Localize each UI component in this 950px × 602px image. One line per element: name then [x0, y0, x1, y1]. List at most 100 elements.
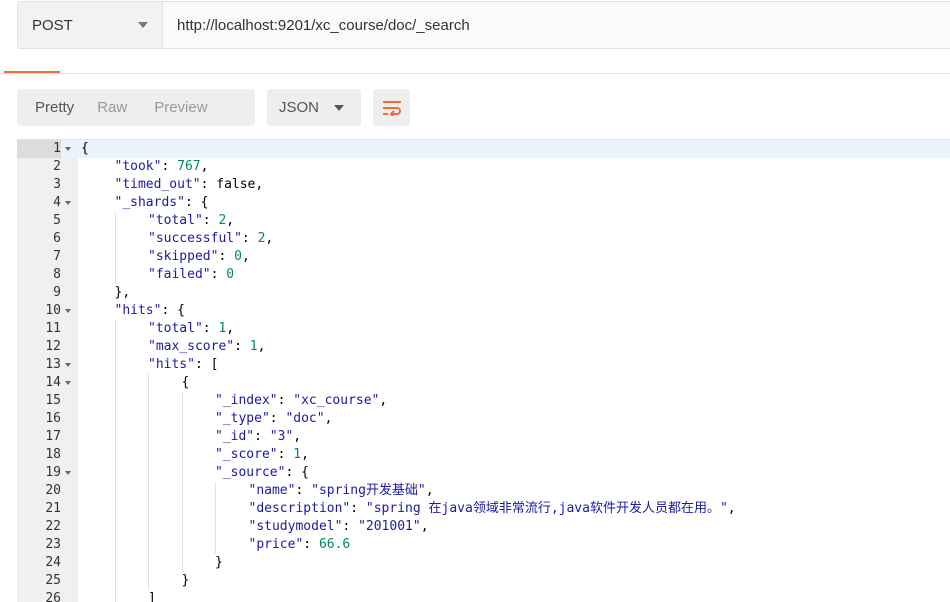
- code-line: 22 "studymodel": "201001",: [17, 518, 950, 536]
- code-token: 0: [234, 249, 242, 264]
- code-token: }: [215, 555, 223, 570]
- indent-guide: [148, 446, 149, 464]
- url-input[interactable]: [164, 2, 950, 48]
- code-line: 3 "timed_out": false,: [17, 176, 950, 194]
- code-token: "xc_course": [293, 393, 380, 408]
- code-token: "_shards": [114, 195, 185, 210]
- code-token: :: [241, 231, 258, 246]
- line-number: 7: [53, 249, 61, 264]
- indent-guide: [114, 410, 116, 428]
- code-line: 8 "failed": 0: [17, 266, 950, 284]
- fold-toggle-icon[interactable]: [65, 147, 71, 151]
- code-text: {: [81, 140, 89, 158]
- code-token: "total": [148, 213, 203, 228]
- code-text: "took": 767,: [115, 158, 209, 176]
- code-line: 5 "total": 2,: [17, 212, 950, 230]
- code-token: false: [216, 177, 256, 192]
- indent-guide: [181, 410, 183, 428]
- code-line: 12 "max_score": 1,: [17, 338, 950, 356]
- format-select[interactable]: JSON: [267, 89, 361, 126]
- code-line: 10 "hits": {: [17, 302, 950, 320]
- code-token: :: [254, 429, 270, 444]
- code-line: 11 "total": 1,: [17, 320, 950, 338]
- code-text: "_source": {: [215, 464, 309, 482]
- code-text: "price": 66.6: [249, 536, 351, 554]
- response-body-editor[interactable]: 1{2 "took": 767, 3 "timed_out": false, 4 "_sh…: [17, 139, 950, 602]
- code-line: 9},: [17, 284, 950, 302]
- fold-toggle-icon[interactable]: [65, 363, 71, 367]
- code-token: 767: [177, 159, 201, 174]
- code-token: "201001": [358, 519, 421, 534]
- code-token: :: [277, 393, 294, 408]
- code-token: ]: [148, 591, 156, 602]
- code-token: 66.6: [318, 537, 351, 552]
- code-token: "doc": [285, 411, 325, 426]
- code-token: : [: [194, 357, 219, 372]
- tab-preview[interactable]: Preview: [136, 99, 216, 116]
- code-text: "_score": 1,: [215, 446, 309, 464]
- indent-guide: [114, 212, 116, 230]
- code-token: :: [277, 447, 294, 462]
- code-line: 23 "price": 66.6: [17, 536, 950, 554]
- indent-guide: [181, 392, 183, 410]
- code-line: 14 {: [17, 374, 950, 392]
- tab-pretty[interactable]: Pretty: [17, 99, 83, 116]
- fold-toggle-icon[interactable]: [65, 471, 71, 475]
- fold-toggle-icon[interactable]: [65, 309, 71, 313]
- code-token: "price": [248, 537, 304, 552]
- code-token: "skipped": [148, 249, 219, 264]
- line-number: 22: [45, 519, 61, 534]
- code-line: 2 "took": 767,: [17, 158, 950, 176]
- fold-toggle-icon[interactable]: [65, 381, 71, 385]
- code-token: "successful": [148, 231, 242, 246]
- divider: [0, 73, 950, 74]
- code-line: 1{: [17, 140, 950, 158]
- code-line: 13 "hits": [: [17, 356, 950, 374]
- code-token: "max_score": [148, 339, 235, 354]
- indent-guide: [148, 554, 149, 572]
- code-token: : {: [285, 465, 309, 480]
- line-number: 5: [53, 213, 61, 228]
- code-token: ,: [420, 519, 429, 534]
- code-line: 16 "_type": "doc",: [17, 410, 950, 428]
- code-token: "took": [114, 159, 162, 174]
- code-text: "failed": 0: [148, 266, 234, 284]
- tab-raw[interactable]: Raw: [83, 99, 136, 116]
- indent-guide: [215, 500, 216, 518]
- code-text: "total": 1,: [148, 320, 234, 338]
- code-token: :: [200, 177, 217, 192]
- code-token: "3": [269, 429, 294, 444]
- indent-guide: [148, 464, 149, 482]
- code-token: :: [350, 501, 366, 516]
- code-text: }: [182, 572, 190, 590]
- wrap-lines-button[interactable]: [373, 89, 410, 126]
- code-token: "name": [248, 483, 296, 498]
- method-select[interactable]: POST: [18, 2, 163, 48]
- code-token: {: [81, 141, 89, 156]
- code-token: :: [161, 159, 178, 174]
- indent-guide: [114, 266, 116, 284]
- code-text: "_type": "doc",: [215, 410, 332, 428]
- line-number: 12: [45, 339, 61, 354]
- code-line: 6 "successful": 2,: [17, 230, 950, 248]
- code-line: 21 "description": "spring 在java领域非常流行,jav…: [17, 500, 950, 518]
- fold-toggle-icon[interactable]: [65, 201, 71, 205]
- code-token: :: [303, 537, 319, 552]
- indent-guide: [114, 320, 116, 338]
- line-number: 2: [53, 159, 61, 174]
- code-text: "successful": 2,: [148, 230, 273, 248]
- code-token: : {: [161, 303, 185, 318]
- code-token: "spring开发基础": [311, 483, 426, 498]
- indent-guide: [148, 572, 149, 590]
- code-line: 17 "_id": "3",: [17, 428, 950, 446]
- indent-guide: [215, 536, 216, 554]
- line-number: 11: [45, 321, 61, 336]
- code-text: "_id": "3",: [215, 428, 301, 446]
- code-text: "hits": [: [148, 356, 218, 374]
- code-text: "name": "spring开发基础",: [249, 482, 434, 500]
- code-token: "hits": [148, 357, 195, 372]
- line-number: 10: [45, 303, 61, 318]
- indent-guide: [114, 464, 116, 482]
- line-number: 8: [53, 267, 61, 282]
- code-text: "_index": "xc_course",: [215, 392, 387, 410]
